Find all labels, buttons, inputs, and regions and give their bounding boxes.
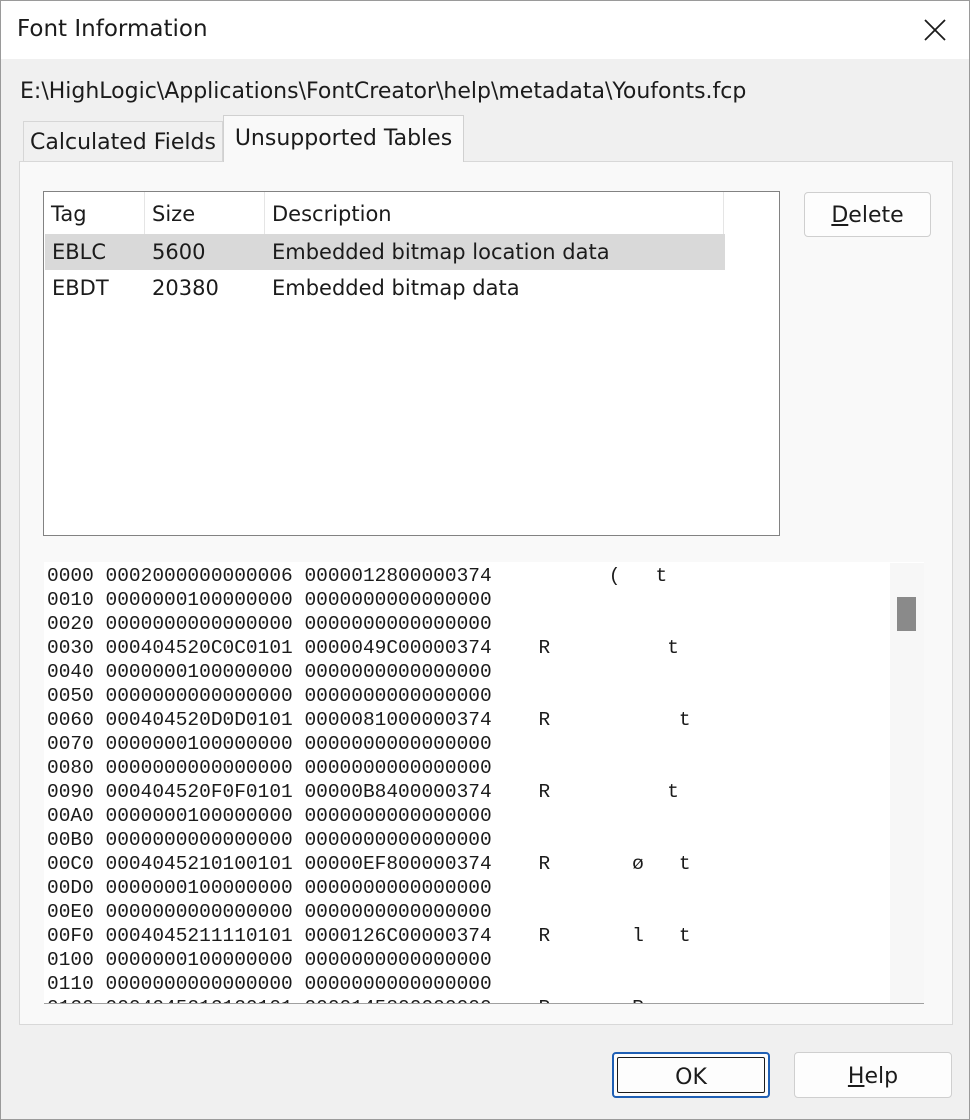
hex-scrollbar[interactable] — [890, 563, 924, 1003]
hex-line: 0120 0004045212120101 0000145800000000 R… — [47, 996, 644, 1003]
hex-line: 0000 0002000000000006 0000012800000374 (… — [47, 565, 668, 587]
scrollbar-thumb[interactable] — [897, 597, 916, 631]
hex-line: 0110 0000000000000000 0000000000000000 — [47, 973, 492, 995]
hex-line: 0100 0000000100000000 0000000000000000 — [47, 949, 492, 971]
hex-line: 0010 0000000100000000 0000000000000000 — [47, 589, 492, 611]
list-header: Tag Size Description — [44, 192, 724, 234]
cell-tag: EBDT — [52, 276, 109, 300]
table-row[interactable]: EBLC 5600 Embedded bitmap location data — [45, 234, 725, 270]
cell-description: Embedded bitmap location data — [272, 240, 610, 264]
hex-line: 00B0 0000000000000000 0000000000000000 — [47, 829, 492, 851]
ok-button[interactable]: OK — [612, 1052, 770, 1098]
table-row[interactable]: EBDT 20380 Embedded bitmap data — [45, 270, 725, 306]
cell-size: 5600 — [152, 240, 206, 264]
hex-line: 0060 000404520D0D0101 0000081000000374 R… — [47, 709, 691, 731]
cell-description: Embedded bitmap data — [272, 276, 520, 300]
tab-unsupported-tables[interactable]: Unsupported Tables — [223, 115, 464, 162]
column-header-size[interactable]: Size — [145, 192, 265, 234]
hex-line: 00E0 0000000000000000 0000000000000000 — [47, 901, 492, 923]
hex-line: 0040 0000000100000000 0000000000000000 — [47, 661, 492, 683]
delete-button[interactable]: Delete — [804, 192, 931, 237]
column-header-tag[interactable]: Tag — [44, 192, 145, 234]
help-button[interactable]: Help — [794, 1052, 952, 1098]
tables-list[interactable]: Tag Size Description EBLC 5600 Embedded … — [43, 191, 780, 536]
hex-line: 0030 000404520C0C0101 0000049C00000374 R… — [47, 637, 679, 659]
hex-line: 00D0 0000000100000000 0000000000000000 — [47, 877, 492, 899]
help-mnemonic: H — [847, 1064, 865, 1089]
font-information-dialog: Font Information E:\HighLogic\Applicatio… — [0, 0, 970, 1120]
hex-line: 00C0 0004045210100101 00000EF800000374 R… — [47, 853, 691, 875]
hex-line: 0090 000404520F0F0101 00000B8400000374 R… — [47, 781, 679, 803]
title-bar: Font Information — [1, 1, 969, 59]
hex-line: 00F0 0004045211110101 0000126C00000374 R… — [47, 925, 691, 947]
delete-label: elete — [848, 203, 904, 228]
file-path-label: E:\HighLogic\Applications\FontCreator\he… — [20, 79, 747, 104]
hex-line: 0050 0000000000000000 0000000000000000 — [47, 685, 492, 707]
cell-size: 20380 — [152, 276, 219, 300]
column-header-description[interactable]: Description — [265, 192, 724, 234]
cell-tag: EBLC — [52, 240, 107, 264]
help-label: elp — [864, 1064, 899, 1089]
close-button[interactable] — [907, 1, 963, 59]
hex-line: 0070 0000000100000000 0000000000000000 — [47, 733, 492, 755]
hex-dump-view[interactable]: 0000 0002000000000006 0000012800000374 (… — [44, 562, 924, 1004]
tab-calculated-fields[interactable]: Calculated Fields — [23, 121, 223, 162]
hex-line: 0080 0000000000000000 0000000000000000 — [47, 757, 492, 779]
hex-line: 0020 0000000000000000 0000000000000000 — [47, 613, 492, 635]
window-title: Font Information — [17, 16, 208, 42]
close-icon — [924, 19, 946, 41]
hex-line: 00A0 0000000100000000 0000000000000000 — [47, 805, 492, 827]
delete-mnemonic: D — [831, 203, 849, 228]
